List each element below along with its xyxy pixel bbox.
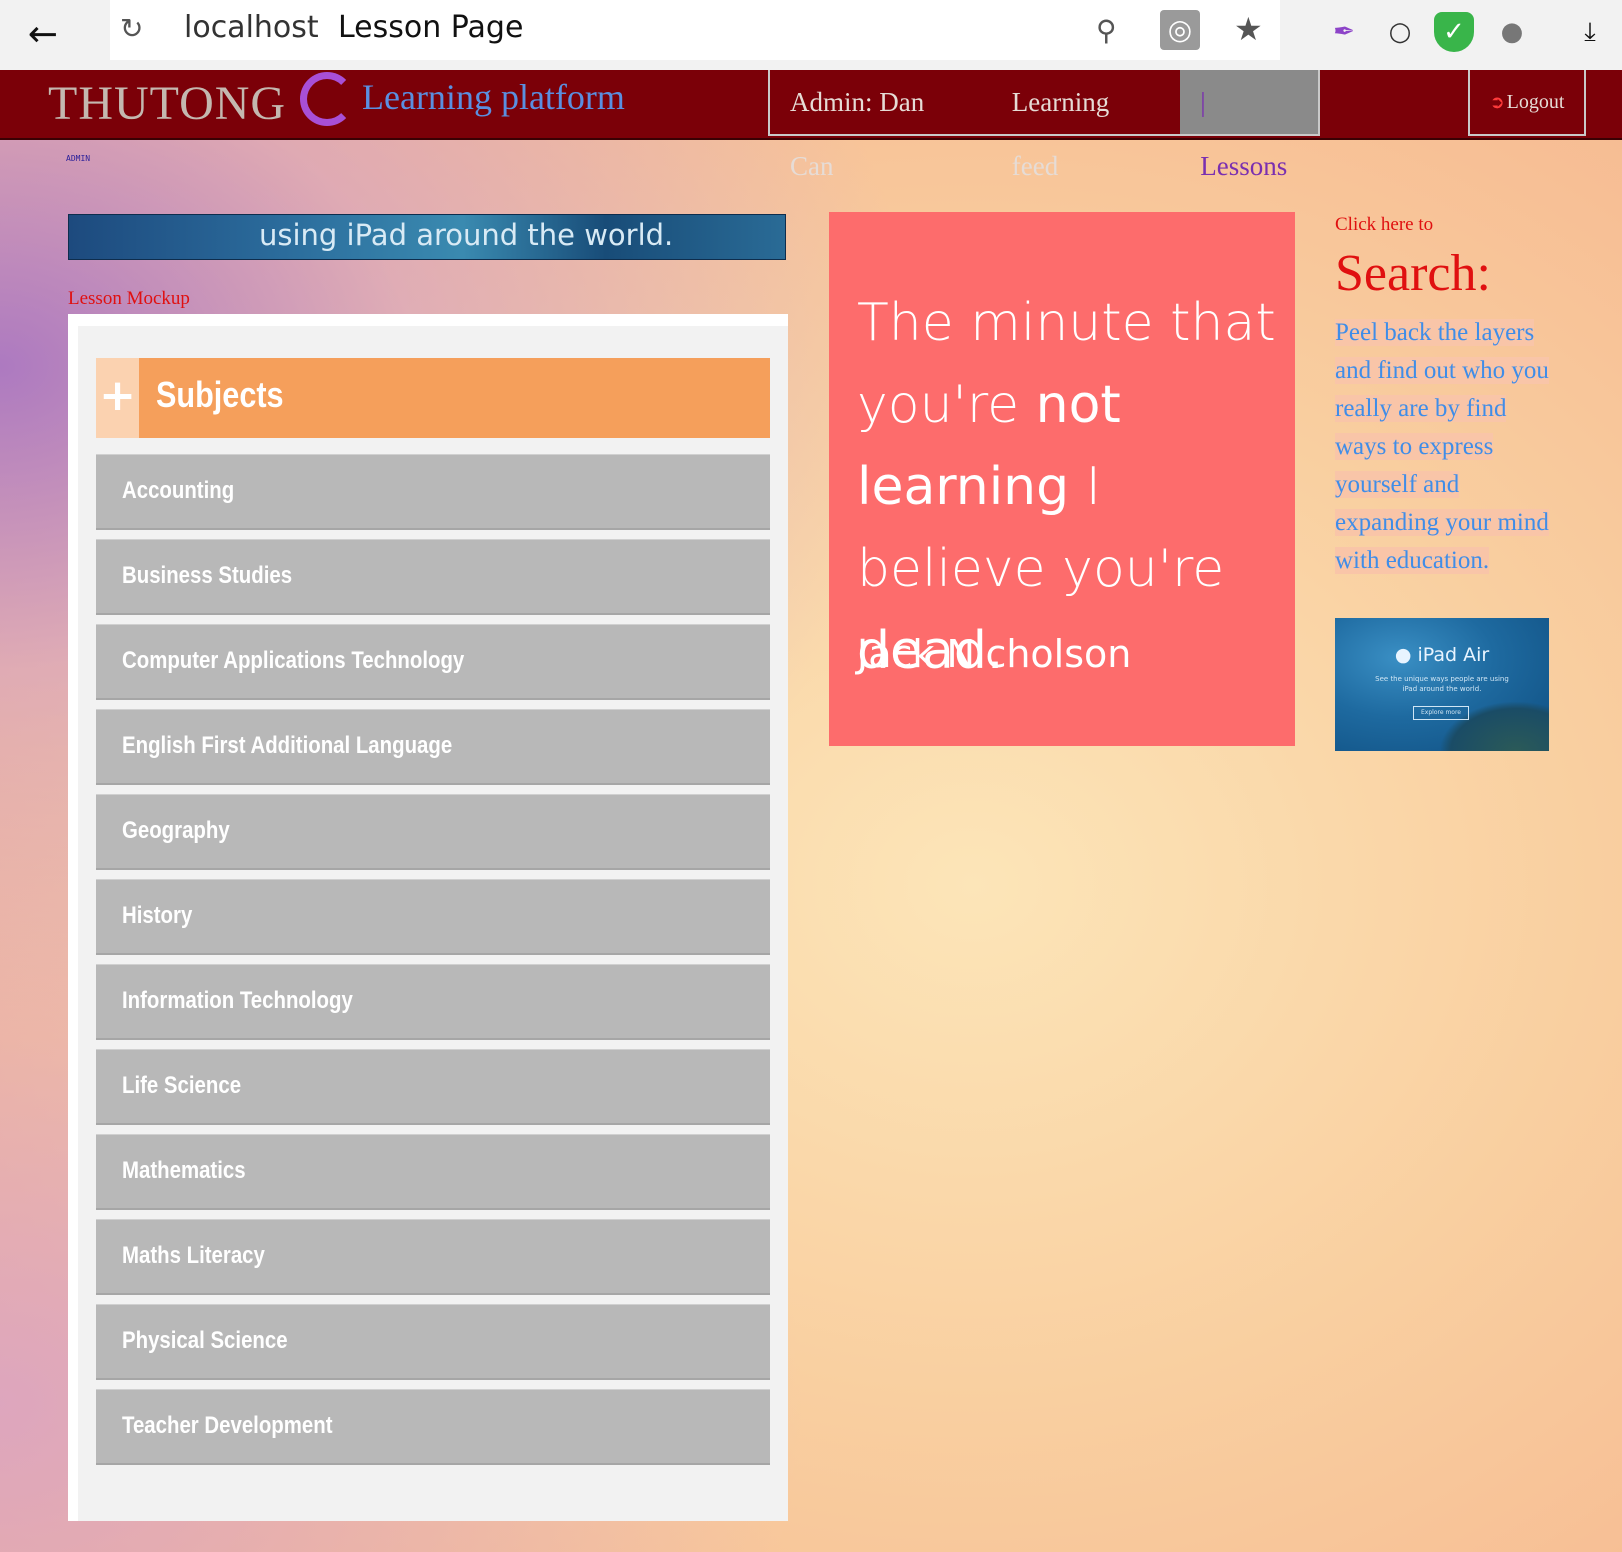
nav-learning-feed[interactable]: Learning feed <box>992 70 1180 181</box>
url-host[interactable]: localhost <box>184 10 319 45</box>
ad-title: ● iPad Air <box>1335 644 1549 666</box>
page-title: Lesson Page <box>338 10 524 45</box>
subjects-header[interactable]: + Subjects <box>96 358 770 438</box>
quill-icon[interactable]: ✒ <box>1324 12 1364 52</box>
subject-item-accounting[interactable]: Accounting <box>96 454 770 530</box>
apple-icon: ● <box>1394 644 1412 666</box>
globe-icon[interactable]: ◎ <box>1160 10 1200 50</box>
subject-item-maths-literacy[interactable]: Maths Literacy <box>96 1219 770 1295</box>
brand-tagline: Learning platform <box>362 77 625 117</box>
subjects-title: Subjects <box>156 374 284 415</box>
back-arrow-icon[interactable]: ← <box>18 10 68 60</box>
subject-item-mathematics[interactable]: Mathematics <box>96 1134 770 1210</box>
subject-item-english-fal[interactable]: English First Additional Language <box>96 709 770 785</box>
subject-label: History <box>122 902 193 929</box>
subject-item-geography[interactable]: Geography <box>96 794 770 870</box>
logout-label: Logout <box>1506 91 1565 113</box>
star-icon[interactable]: ★ <box>1234 10 1263 48</box>
subject-item-teacher-development[interactable]: Teacher Development <box>96 1389 770 1465</box>
ipad-air-ad[interactable]: ● iPad Air See the unique ways people ar… <box>1335 618 1549 751</box>
nav-admin[interactable]: Admin: Dan Can <box>770 70 992 181</box>
subject-label: Computer Applications Technology <box>122 647 465 674</box>
download-icon[interactable]: ⤓ <box>1570 12 1610 52</box>
lesson-mockup-label: Lesson Mockup <box>68 288 190 309</box>
ad-title-text: iPad Air <box>1417 644 1490 666</box>
subject-label: Information Technology <box>122 987 353 1014</box>
ipad-banner[interactable]: using iPad around the world. <box>68 214 786 260</box>
quote-text: The minute that you're not learning I be… <box>857 282 1277 692</box>
subject-item-business-studies[interactable]: Business Studies <box>96 539 770 615</box>
subject-item-information-technology[interactable]: Information Technology <box>96 964 770 1040</box>
search-link[interactable]: Search: <box>1335 244 1491 303</box>
motto-span: Peel back the layers and find out who yo… <box>1335 319 1549 574</box>
subjects-panel-inner: + Subjects Accounting Business Studies C… <box>78 326 788 1521</box>
subject-item-physical-science[interactable]: Physical Science <box>96 1304 770 1380</box>
logout-button[interactable]: ➲ Logout <box>1468 70 1586 136</box>
subject-label: English First Additional Language <box>122 732 453 759</box>
subject-label: Business Studies <box>122 562 293 589</box>
subject-item-computer-applications[interactable]: Computer Applications Technology <box>96 624 770 700</box>
ad-explore-button[interactable]: Explore more <box>1413 706 1469 720</box>
logo-icon <box>300 72 354 126</box>
subject-label: Accounting <box>122 477 235 504</box>
quote-author: Jack Nicholson <box>857 632 1132 676</box>
subject-label: Life Science <box>122 1072 242 1099</box>
bulb-icon[interactable]: ○ <box>1380 12 1420 52</box>
admin-tag: ADMIN <box>66 154 91 163</box>
balls-icon[interactable]: ● <box>1492 12 1532 52</box>
brand-name[interactable]: THUTONG <box>48 76 286 131</box>
nav-links: Admin: Dan Can Learning feed | Lessons <box>768 70 1320 181</box>
reload-icon[interactable]: ↻ <box>120 12 143 45</box>
plus-icon[interactable]: + <box>96 358 139 438</box>
subject-label: Mathematics <box>122 1157 246 1184</box>
nav-lessons[interactable]: | Lessons <box>1180 70 1318 181</box>
quote-card: The minute that you're not learning I be… <box>829 212 1295 746</box>
subject-item-history[interactable]: History <box>96 879 770 955</box>
top-navbar: THUTONG Learning platform Admin: Dan Can… <box>0 70 1622 181</box>
motto-text: Peel back the layers and find out who yo… <box>1335 314 1549 580</box>
shield-icon[interactable]: ✓ <box>1434 12 1474 52</box>
zoom-icon[interactable]: ⚲ <box>1096 14 1117 47</box>
subject-label: Geography <box>122 817 230 844</box>
ad-subtitle: See the unique ways people are using iPa… <box>1375 675 1509 693</box>
subject-label: Physical Science <box>122 1327 288 1354</box>
click-here-link[interactable]: Click here to <box>1335 214 1433 236</box>
subject-label: Teacher Development <box>122 1412 333 1439</box>
banner-text: using iPad around the world. <box>259 218 674 252</box>
subject-label: Maths Literacy <box>122 1242 265 1269</box>
subject-item-life-science[interactable]: Life Science <box>96 1049 770 1125</box>
subjects-panel: + Subjects Accounting Business Studies C… <box>68 314 788 1521</box>
logout-icon: ➲ <box>1489 92 1505 113</box>
browser-toolbar: ← ↻ localhost Lesson Page ⚲ ◎ ★ ✒ ○ ✓ ● … <box>0 0 1622 71</box>
